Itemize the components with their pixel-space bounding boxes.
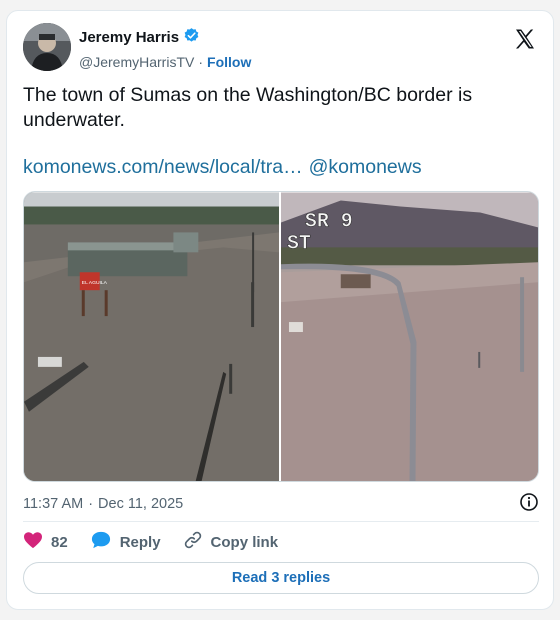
x-logo-icon[interactable] bbox=[513, 27, 537, 51]
avatar-image bbox=[23, 23, 71, 71]
tweet-card: Jeremy Harris @JeremyHarrisTV · Follow T… bbox=[6, 10, 554, 610]
link-icon bbox=[183, 530, 203, 554]
flood-photo-right[interactable]: SR 9 ST bbox=[281, 192, 538, 482]
handle-separator: · bbox=[198, 54, 204, 70]
author-name[interactable]: Jeremy Harris bbox=[79, 29, 179, 46]
read-replies-button[interactable]: Read 3 replies bbox=[23, 562, 539, 594]
author-handle[interactable]: @JeremyHarrisTV bbox=[79, 54, 194, 70]
avatar[interactable] bbox=[23, 23, 71, 71]
timestamp-row: 11:37 AM · Dec 11, 2025 bbox=[23, 492, 539, 516]
store-sign-text: EL AGUILA bbox=[82, 280, 108, 286]
reply-label: Reply bbox=[119, 533, 161, 551]
divider bbox=[23, 521, 539, 522]
tweet-time[interactable]: 11:37 AM bbox=[23, 496, 83, 512]
tweet-media[interactable]: EL AGUILA SR 9 ST bbox=[23, 191, 539, 482]
reply-button[interactable]: Reply bbox=[90, 530, 161, 554]
like-button[interactable]: 82 bbox=[23, 531, 68, 553]
flood-photo-left[interactable]: EL AGUILA bbox=[24, 192, 279, 482]
verified-badge-icon bbox=[183, 27, 200, 48]
camera-overlay-line2: ST bbox=[287, 231, 311, 254]
copy-link-button[interactable]: Copy link bbox=[183, 530, 279, 554]
like-count: 82 bbox=[51, 533, 68, 551]
info-icon[interactable] bbox=[519, 492, 539, 516]
follow-button[interactable]: Follow bbox=[207, 54, 251, 70]
author-block: Jeremy Harris @JeremyHarrisTV · Follow bbox=[79, 27, 251, 70]
tweet-date[interactable]: Dec 11, 2025 bbox=[98, 496, 183, 512]
time-separator: · bbox=[88, 496, 94, 512]
copy-link-label: Copy link bbox=[210, 533, 279, 551]
mention-link[interactable]: @komonews bbox=[309, 156, 422, 179]
reply-bubble-icon bbox=[90, 530, 112, 554]
heart-icon bbox=[23, 531, 43, 553]
camera-overlay-line1: SR 9 bbox=[305, 209, 353, 232]
tweet-links: komonews.com/news/local/tra… @komonews bbox=[23, 156, 422, 179]
action-bar: 82 Reply Copy link bbox=[23, 529, 300, 555]
article-link[interactable]: komonews.com/news/local/tra… bbox=[23, 156, 303, 179]
tweet-text: The town of Sumas on the Washington/BC b… bbox=[23, 84, 473, 131]
